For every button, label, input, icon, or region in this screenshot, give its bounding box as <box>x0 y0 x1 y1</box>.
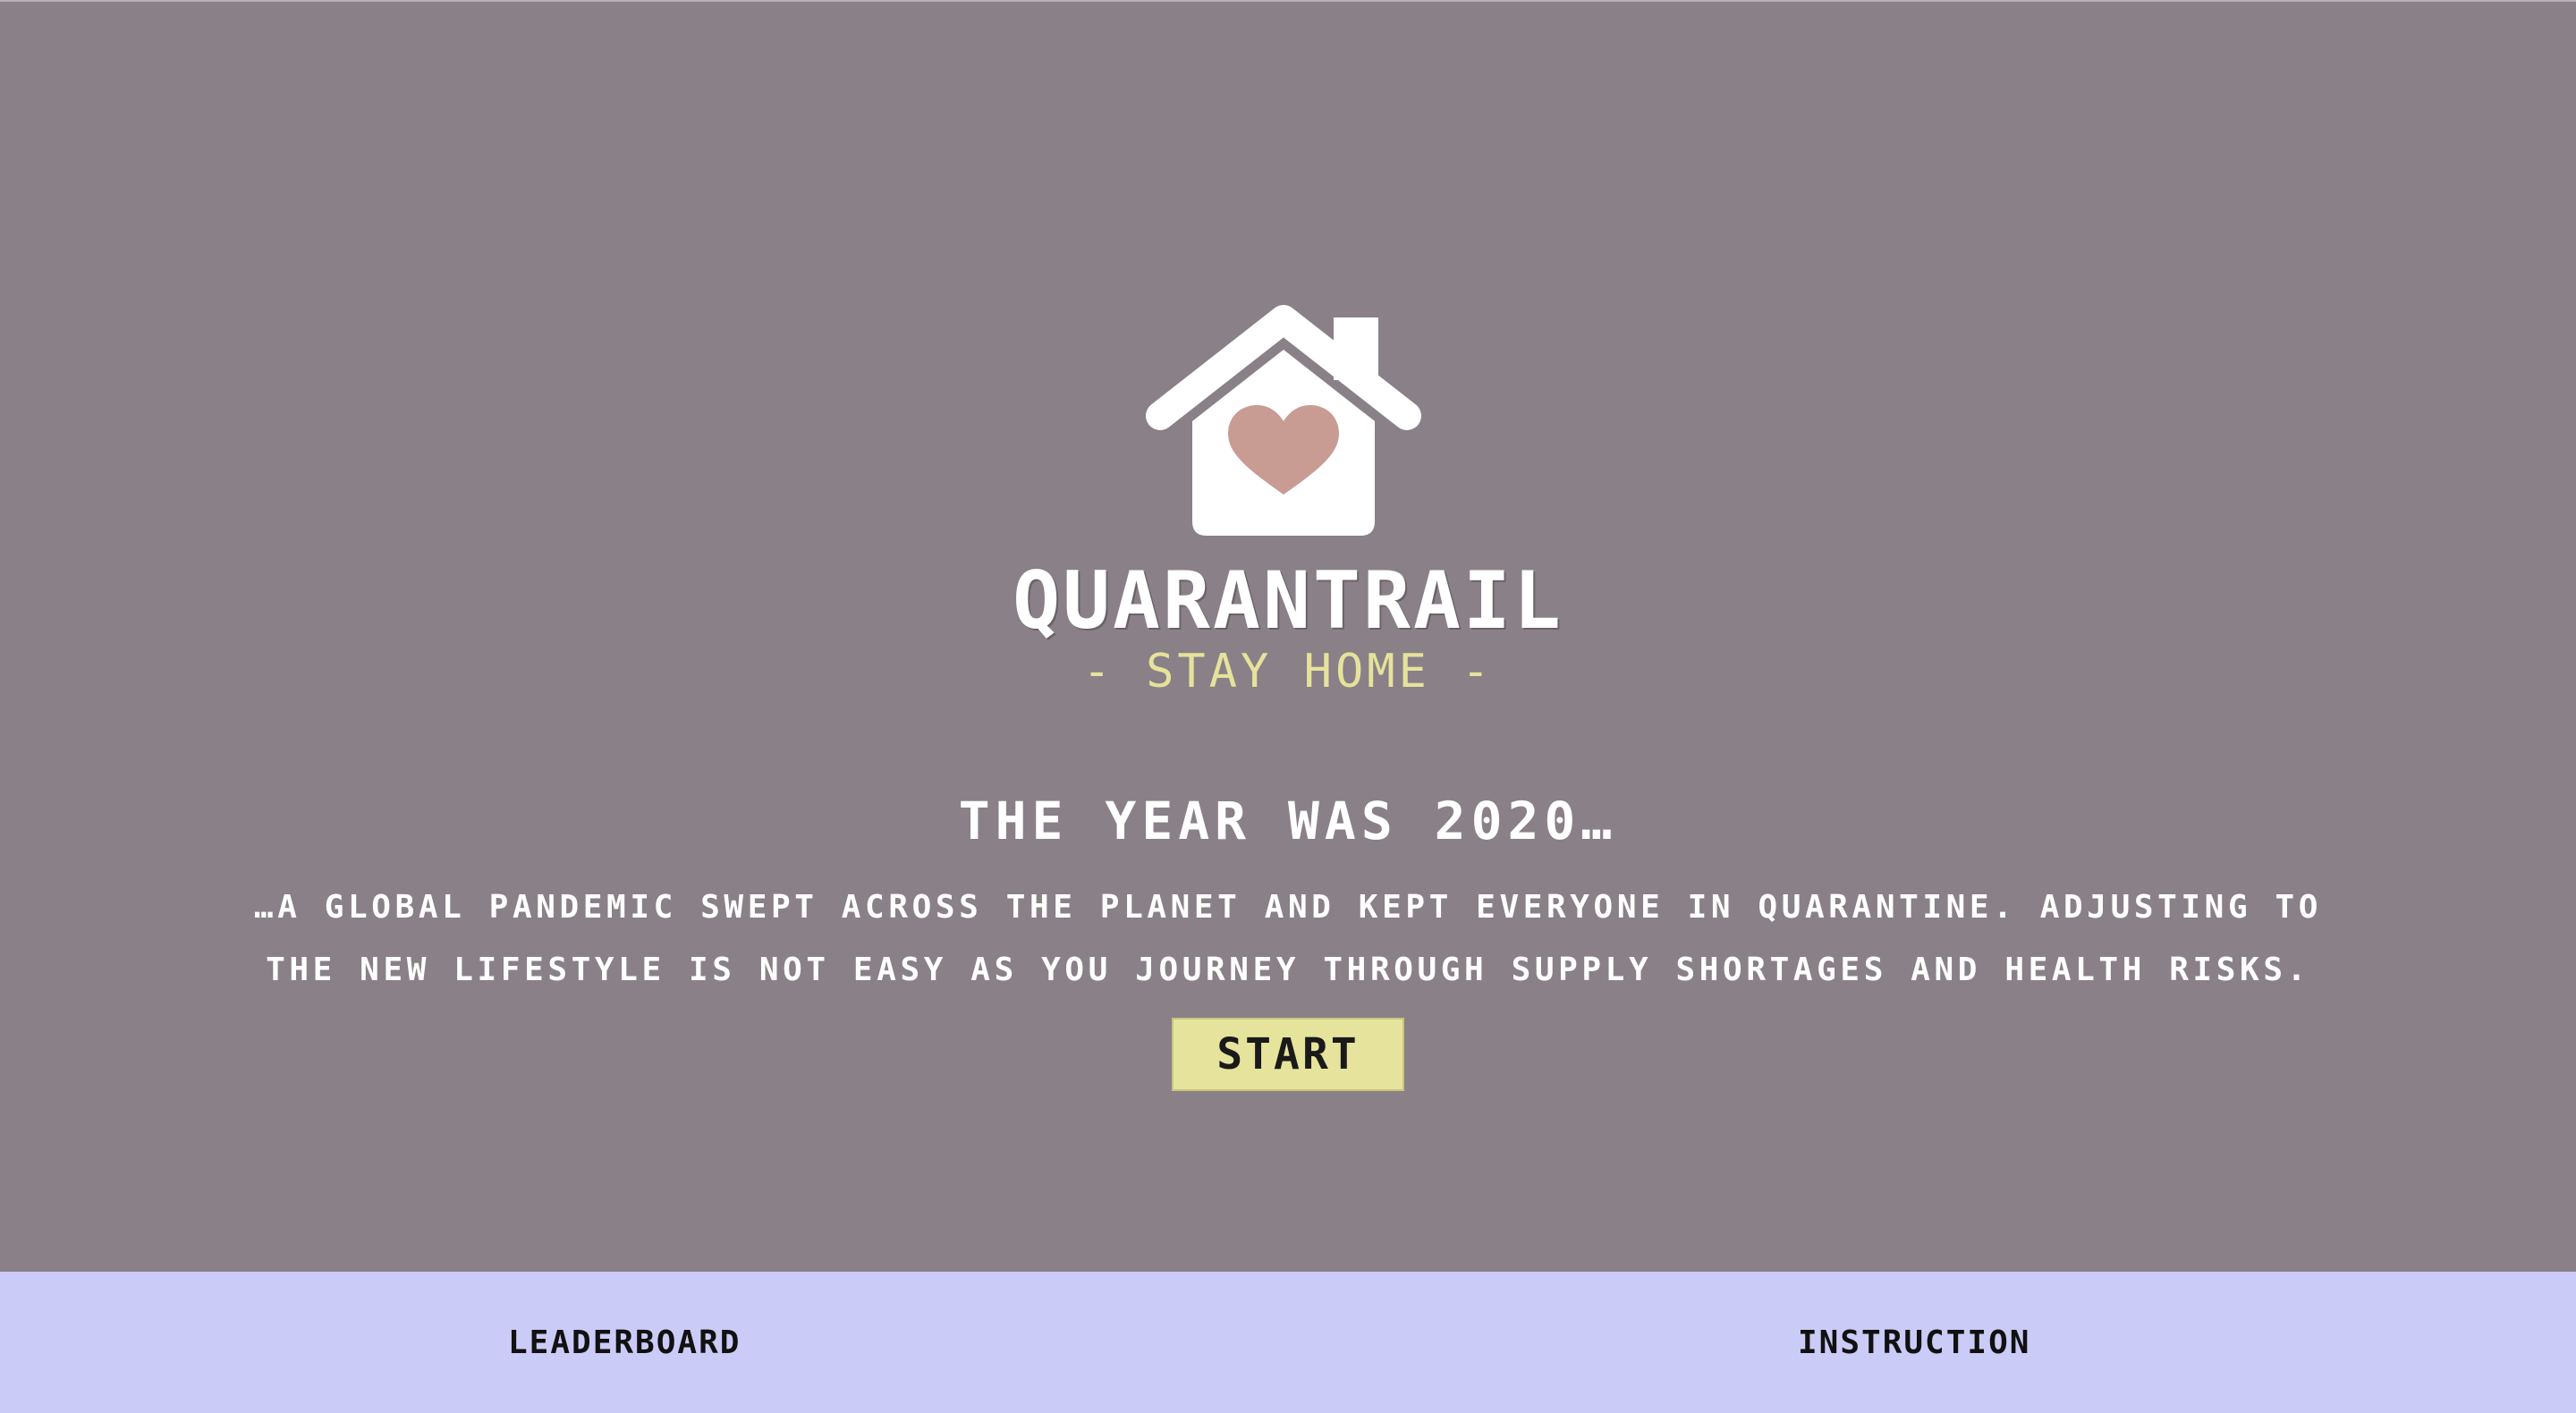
house-heart-icon <box>1146 305 1421 536</box>
intro-story-line: THE NEW LIFESTYLE IS NOT EASY AS YOU JOU… <box>266 952 2310 988</box>
hero-section: QUARANTRAIL - STAY HOME - THE YEAR WAS 2… <box>0 0 2576 1272</box>
start-button[interactable]: START <box>1172 1018 1404 1091</box>
footer-nav: LEADERBOARD INSTRUCTION <box>0 1272 2576 1413</box>
page: QUARANTRAIL - STAY HOME - THE YEAR WAS 2… <box>0 0 2576 1413</box>
intro-story-line: …A GLOBAL PANDEMIC SWEPT ACROSS THE PLAN… <box>253 889 2323 926</box>
leaderboard-link[interactable]: LEADERBOARD <box>508 1324 741 1363</box>
intro-heading: THE YEAR WAS 2020… <box>958 791 1618 851</box>
top-border <box>0 0 2576 2</box>
intro-story: …A GLOBAL PANDEMIC SWEPT ACROSS THE PLAN… <box>206 876 2370 1002</box>
game-title: QUARANTRAIL <box>1013 554 1563 647</box>
instruction-link[interactable]: INSTRUCTION <box>1798 1324 2030 1363</box>
game-subtitle: - STAY HOME - <box>1082 645 1494 698</box>
